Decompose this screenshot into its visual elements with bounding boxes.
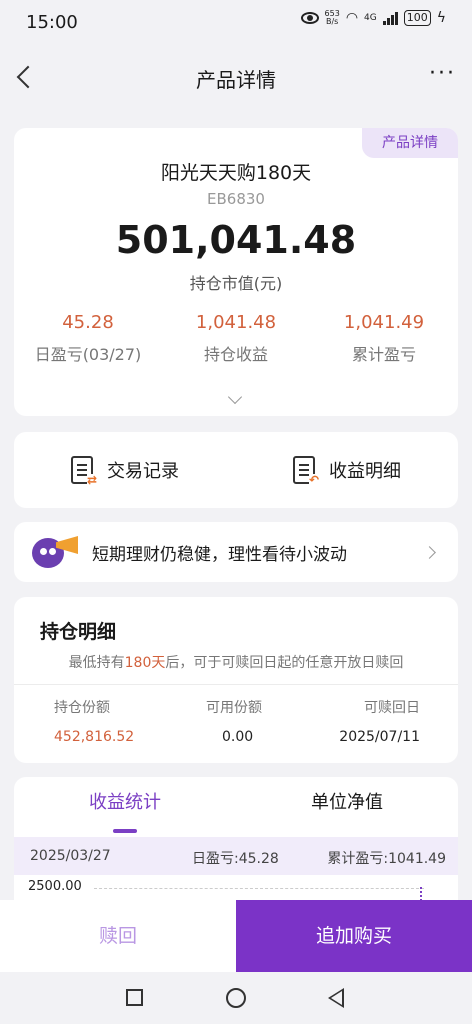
megaphone-mascot-icon <box>32 532 78 572</box>
expand-chevron-icon[interactable] <box>227 389 243 405</box>
product-summary-card: 产品详情 阳光天天购180天 EB6830 501,041.48 持仓市值(元)… <box>14 128 458 416</box>
chart-date: 2025/03/27 <box>30 848 111 864</box>
battery-icon: 100 <box>403 10 431 26</box>
stat-daily-pnl: 45.28 日盈亏(03/27) <box>14 312 162 365</box>
divider <box>14 684 458 685</box>
holding-note: 最低持有180天后，可于可赎回日起的任意开放日赎回 <box>14 652 458 672</box>
income-detail-button[interactable]: ↶ 收益明细 <box>236 432 458 508</box>
income-detail-label: 收益明细 <box>329 461 401 482</box>
chart-info-strip: 2025/03/27 日盈亏:45.28 累计盈亏:1041.49 <box>14 837 458 875</box>
back-triangle-icon[interactable] <box>328 988 344 1008</box>
product-name: 阳光天天购180天 <box>160 162 312 184</box>
stat-label: 持仓收益 <box>203 345 268 364</box>
stat-label: 日盈亏(03/27) <box>34 345 142 364</box>
top-nav: 产品详情 ··· <box>0 44 472 110</box>
status-bar: 15:00 653 B/s ◠ 4G 100 ϟ <box>0 0 472 44</box>
transactions-button[interactable]: ⇄ 交易记录 <box>14 432 236 508</box>
redeemable-date: 2025/07/11 <box>339 729 420 745</box>
income-receipt-icon: ↶ <box>293 456 319 486</box>
transactions-label: 交易记录 <box>107 461 179 482</box>
tab-unit-nav[interactable]: 单位净值 <box>236 777 458 835</box>
notice-banner[interactable]: 短期理财仍稳健，理性看待小波动 <box>14 522 458 582</box>
y-axis-tick: 2500.00 <box>28 879 82 894</box>
product-detail-tag[interactable]: 产品详情 <box>362 128 458 158</box>
bottom-action-bar: 赎回 追加购买 <box>0 900 472 972</box>
column-header: 可用份额 <box>206 700 262 716</box>
network-type: 4G <box>364 13 377 23</box>
more-options-icon[interactable]: ··· <box>429 63 456 85</box>
home-icon[interactable] <box>226 988 246 1008</box>
holding-shares: 452,816.52 <box>54 729 135 745</box>
chart-cumulative-pnl: 累计盈亏:1041.49 <box>327 851 446 867</box>
redeem-button[interactable]: 赎回 <box>0 900 236 972</box>
note-highlight: 180天 <box>124 655 166 671</box>
stat-value: 1,041.48 <box>195 312 277 333</box>
status-icons: 653 B/s ◠ 4G 100 ϟ <box>300 10 446 26</box>
available-shares: 0.00 <box>222 729 254 745</box>
signal-icon <box>382 11 398 25</box>
product-code: EB6830 <box>207 190 265 208</box>
receipt-icon: ⇄ <box>71 456 97 486</box>
note-suffix: 后，可于可赎回日起的任意开放日赎回 <box>165 655 404 671</box>
status-time: 15:00 <box>26 12 78 33</box>
actions-card: ⇄ 交易记录 ↶ 收益明细 <box>14 432 458 508</box>
stat-holding-income: 1,041.48 持仓收益 <box>162 312 310 365</box>
page-title: 产品详情 <box>196 68 276 92</box>
note-prefix: 最低持有 <box>68 655 125 671</box>
column-header: 可赎回日 <box>364 700 420 716</box>
net-speed-unit: B/s <box>326 17 339 26</box>
chart-daily-pnl: 日盈亏:45.28 <box>192 851 279 867</box>
buy-more-button[interactable]: 追加购买 <box>236 900 472 972</box>
chevron-right-icon <box>423 545 436 559</box>
market-value: 501,041.48 <box>115 218 357 262</box>
net-speed: 653 B/s <box>325 10 340 26</box>
holding-title: 持仓明细 <box>40 621 117 643</box>
income-card: 收益统计 单位净值 2025/03/27 日盈亏:45.28 累计盈亏:1041… <box>14 777 458 907</box>
grid-line <box>94 888 424 889</box>
recent-apps-icon[interactable] <box>126 989 143 1006</box>
wifi-icon: ◠ <box>345 10 359 26</box>
column-header: 持仓份额 <box>54 700 110 716</box>
system-nav-bar <box>0 972 472 1024</box>
tab-income-stats[interactable]: 收益统计 <box>14 777 236 835</box>
stats-row: 45.28 日盈亏(03/27) 1,041.48 持仓收益 1,041.49 … <box>14 312 458 365</box>
stat-label: 累计盈亏 <box>351 345 416 364</box>
market-value-label: 持仓市值(元) <box>189 274 283 293</box>
holding-detail-card: 持仓明细 最低持有180天后，可于可赎回日起的任意开放日赎回 持仓份额 可用份额… <box>14 597 458 763</box>
stat-value: 1,041.49 <box>343 312 425 333</box>
charging-icon: ϟ <box>436 10 446 26</box>
eye-icon <box>300 12 319 24</box>
stat-value: 45.28 <box>62 312 114 333</box>
income-tabs: 收益统计 单位净值 <box>14 777 458 835</box>
banner-text: 短期理财仍稳健，理性看待小波动 <box>92 544 347 565</box>
stat-cumulative-pnl: 1,041.49 累计盈亏 <box>310 312 458 365</box>
